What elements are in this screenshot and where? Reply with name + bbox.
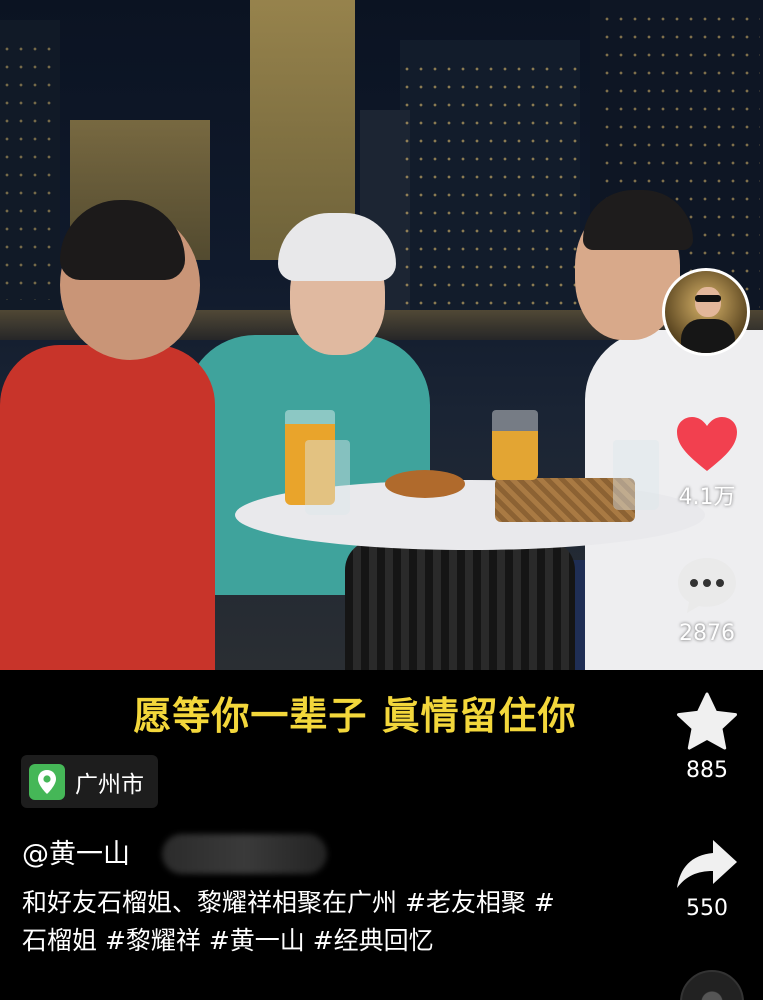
author-avatar[interactable] [662,268,750,356]
juice-glass [492,410,538,480]
blurred-text [162,834,327,874]
like-button[interactable]: 4.1万 [668,415,746,511]
post-description: 和好友石榴姐、黎耀祥相聚在广州 #老友相聚 #石榴姐 #黎耀祥 #黄一山 #经典… [22,888,555,955]
avatar-face [695,287,721,317]
comment-bubble-icon [678,558,736,613]
person-left-body [0,345,215,670]
share-arrow-icon [677,840,737,888]
comment-button[interactable]: 2876 [668,555,746,646]
share-button[interactable]: 550 [668,838,746,921]
city-lights [0,40,60,300]
location-pin-icon [29,763,65,800]
location-label: 广州市 [75,771,144,798]
food-plate [385,470,465,498]
like-count: 4.1万 [678,485,736,510]
star-icon [677,692,737,750]
video-caption: 愿等你一辈子 眞情留住你 [133,694,577,738]
video-player[interactable] [0,0,763,670]
favorite-count: 885 [686,758,728,783]
share-count: 550 [686,896,728,921]
music-disc-icon[interactable] [680,970,744,1000]
favorite-button[interactable]: 885 [668,692,746,783]
avatar-sunglasses [695,295,721,302]
city-lights [400,60,580,310]
water-glass [305,440,350,515]
heart-icon [677,417,737,471]
author-handle[interactable]: @黄一山 [22,832,130,871]
water-glass [613,440,659,510]
comment-count: 2876 [679,621,735,646]
location-tag[interactable]: 广州市 [21,755,158,808]
table-base [345,540,575,670]
avatar-figure [681,319,735,353]
